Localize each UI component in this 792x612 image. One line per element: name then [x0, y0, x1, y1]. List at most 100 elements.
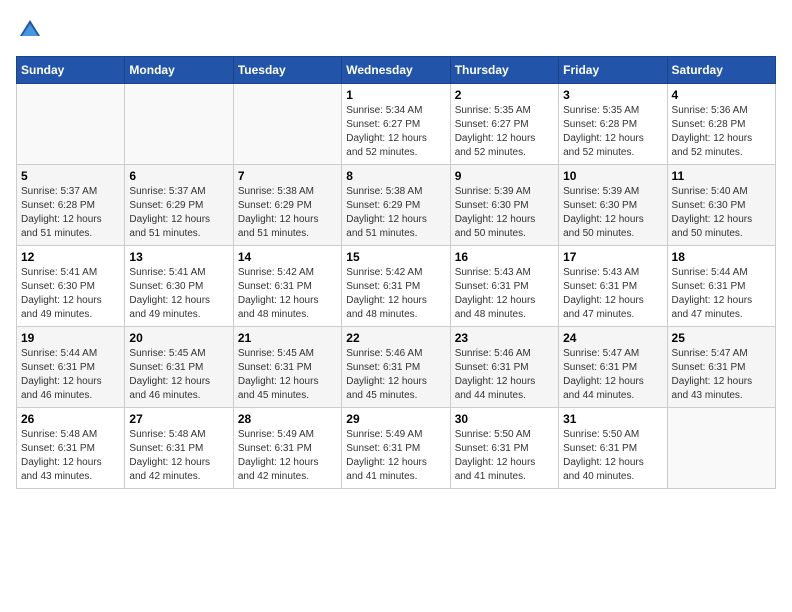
week-row-4: 19Sunrise: 5:44 AMSunset: 6:31 PMDayligh…	[17, 327, 776, 408]
day-info: Sunrise: 5:35 AMSunset: 6:28 PMDaylight:…	[563, 104, 662, 160]
day-cell: 29Sunrise: 5:49 AMSunset: 6:31 PMDayligh…	[342, 408, 450, 489]
day-info: Sunrise: 5:46 AMSunset: 6:31 PMDaylight:…	[455, 347, 554, 403]
day-info: Sunrise: 5:36 AMSunset: 6:28 PMDaylight:…	[672, 104, 771, 160]
day-info: Sunrise: 5:49 AMSunset: 6:31 PMDaylight:…	[346, 428, 445, 484]
day-cell: 5 Sunrise: 5:37 AMSunset: 6:28 PMDaylight…	[17, 165, 125, 246]
day-number: 11	[672, 169, 771, 183]
calendar-header-row: SundayMondayTuesdayWednesdayThursdayFrid…	[17, 57, 776, 84]
day-cell: 7 Sunrise: 5:38 AMSunset: 6:29 PMDaylight…	[233, 165, 341, 246]
day-info: Sunrise: 5:50 AMSunset: 6:31 PMDaylight:…	[563, 428, 662, 484]
day-cell: 8Sunrise: 5:38 AMSunset: 6:29 PMDaylight…	[342, 165, 450, 246]
col-header-saturday: Saturday	[667, 57, 775, 84]
day-cell: 16 Sunrise: 5:43 AMSunset: 6:31 PMDayligh…	[450, 246, 558, 327]
day-number: 26	[21, 412, 120, 426]
day-cell: 25Sunrise: 5:47 AMSunset: 6:31 PMDayligh…	[667, 327, 775, 408]
week-row-2: 5 Sunrise: 5:37 AMSunset: 6:28 PMDaylight…	[17, 165, 776, 246]
col-header-tuesday: Tuesday	[233, 57, 341, 84]
day-cell	[17, 84, 125, 165]
day-number: 13	[129, 250, 228, 264]
day-info: Sunrise: 5:41 AMSunset: 6:30 PMDaylight:…	[21, 266, 120, 322]
day-number: 2	[455, 88, 554, 102]
day-number: 16	[455, 250, 554, 264]
day-number: 6	[129, 169, 228, 183]
day-info: Sunrise: 5:45 AMSunset: 6:31 PMDaylight:…	[129, 347, 228, 403]
day-cell	[125, 84, 233, 165]
day-info: Sunrise: 5:38 AMSunset: 6:29 PMDaylight:…	[238, 185, 337, 241]
day-number: 7	[238, 169, 337, 183]
day-info: Sunrise: 5:37 AMSunset: 6:29 PMDaylight:…	[129, 185, 228, 241]
day-info: Sunrise: 5:48 AMSunset: 6:31 PMDaylight:…	[21, 428, 120, 484]
day-number: 1	[346, 88, 445, 102]
day-cell: 20 Sunrise: 5:45 AMSunset: 6:31 PMDayligh…	[125, 327, 233, 408]
day-number: 17	[563, 250, 662, 264]
day-number: 18	[672, 250, 771, 264]
day-number: 3	[563, 88, 662, 102]
day-cell: 28 Sunrise: 5:49 AMSunset: 6:31 PMDayligh…	[233, 408, 341, 489]
day-cell: 4 Sunrise: 5:36 AMSunset: 6:28 PMDaylight…	[667, 84, 775, 165]
col-header-wednesday: Wednesday	[342, 57, 450, 84]
day-cell: 6 Sunrise: 5:37 AMSunset: 6:29 PMDaylight…	[125, 165, 233, 246]
day-info: Sunrise: 5:44 AMSunset: 6:31 PMDaylight:…	[672, 266, 771, 322]
col-header-friday: Friday	[559, 57, 667, 84]
day-number: 28	[238, 412, 337, 426]
day-info: Sunrise: 5:47 AMSunset: 6:31 PMDaylight:…	[563, 347, 662, 403]
day-info: Sunrise: 5:39 AMSunset: 6:30 PMDaylight:…	[455, 185, 554, 241]
day-cell: 2Sunrise: 5:35 AMSunset: 6:27 PMDaylight…	[450, 84, 558, 165]
logo	[16, 16, 48, 44]
week-row-5: 26 Sunrise: 5:48 AMSunset: 6:31 PMDayligh…	[17, 408, 776, 489]
day-info: Sunrise: 5:34 AMSunset: 6:27 PMDaylight:…	[346, 104, 445, 160]
day-number: 25	[672, 331, 771, 345]
day-number: 5	[21, 169, 120, 183]
day-number: 22	[346, 331, 445, 345]
day-info: Sunrise: 5:41 AMSunset: 6:30 PMDaylight:…	[129, 266, 228, 322]
day-cell: 14 Sunrise: 5:42 AMSunset: 6:31 PMDayligh…	[233, 246, 341, 327]
day-cell: 27 Sunrise: 5:48 AMSunset: 6:31 PMDayligh…	[125, 408, 233, 489]
day-cell: 26 Sunrise: 5:48 AMSunset: 6:31 PMDayligh…	[17, 408, 125, 489]
day-number: 23	[455, 331, 554, 345]
day-cell: 23 Sunrise: 5:46 AMSunset: 6:31 PMDayligh…	[450, 327, 558, 408]
day-info: Sunrise: 5:37 AMSunset: 6:28 PMDaylight:…	[21, 185, 120, 241]
day-number: 24	[563, 331, 662, 345]
day-info: Sunrise: 5:50 AMSunset: 6:31 PMDaylight:…	[455, 428, 554, 484]
day-info: Sunrise: 5:44 AMSunset: 6:31 PMDaylight:…	[21, 347, 120, 403]
day-cell: 3 Sunrise: 5:35 AMSunset: 6:28 PMDaylight…	[559, 84, 667, 165]
day-cell: 11 Sunrise: 5:40 AMSunset: 6:30 PMDayligh…	[667, 165, 775, 246]
day-cell: 10 Sunrise: 5:39 AMSunset: 6:30 PMDayligh…	[559, 165, 667, 246]
col-header-monday: Monday	[125, 57, 233, 84]
day-number: 21	[238, 331, 337, 345]
day-info: Sunrise: 5:40 AMSunset: 6:30 PMDaylight:…	[672, 185, 771, 241]
day-number: 27	[129, 412, 228, 426]
day-cell: 1 Sunrise: 5:34 AMSunset: 6:27 PMDaylight…	[342, 84, 450, 165]
day-number: 4	[672, 88, 771, 102]
day-cell: 15 Sunrise: 5:42 AMSunset: 6:31 PMDayligh…	[342, 246, 450, 327]
day-cell: 12 Sunrise: 5:41 AMSunset: 6:30 PMDayligh…	[17, 246, 125, 327]
day-info: Sunrise: 5:43 AMSunset: 6:31 PMDaylight:…	[563, 266, 662, 322]
col-header-thursday: Thursday	[450, 57, 558, 84]
day-info: Sunrise: 5:45 AMSunset: 6:31 PMDaylight:…	[238, 347, 337, 403]
day-cell	[233, 84, 341, 165]
day-number: 20	[129, 331, 228, 345]
day-cell: 31 Sunrise: 5:50 AMSunset: 6:31 PMDayligh…	[559, 408, 667, 489]
day-number: 14	[238, 250, 337, 264]
week-row-3: 12 Sunrise: 5:41 AMSunset: 6:30 PMDayligh…	[17, 246, 776, 327]
page-header	[16, 16, 776, 44]
day-info: Sunrise: 5:42 AMSunset: 6:31 PMDaylight:…	[346, 266, 445, 322]
day-info: Sunrise: 5:39 AMSunset: 6:30 PMDaylight:…	[563, 185, 662, 241]
day-cell: 13 Sunrise: 5:41 AMSunset: 6:30 PMDayligh…	[125, 246, 233, 327]
day-number: 31	[563, 412, 662, 426]
day-number: 15	[346, 250, 445, 264]
day-number: 12	[21, 250, 120, 264]
day-cell: 19Sunrise: 5:44 AMSunset: 6:31 PMDayligh…	[17, 327, 125, 408]
day-number: 10	[563, 169, 662, 183]
day-cell: 24 Sunrise: 5:47 AMSunset: 6:31 PMDayligh…	[559, 327, 667, 408]
day-number: 8	[346, 169, 445, 183]
day-cell: 22Sunrise: 5:46 AMSunset: 6:31 PMDayligh…	[342, 327, 450, 408]
day-info: Sunrise: 5:48 AMSunset: 6:31 PMDaylight:…	[129, 428, 228, 484]
calendar-table: SundayMondayTuesdayWednesdayThursdayFrid…	[16, 56, 776, 489]
calendar-body: 1 Sunrise: 5:34 AMSunset: 6:27 PMDaylight…	[17, 84, 776, 489]
day-cell: 18 Sunrise: 5:44 AMSunset: 6:31 PMDayligh…	[667, 246, 775, 327]
day-info: Sunrise: 5:42 AMSunset: 6:31 PMDaylight:…	[238, 266, 337, 322]
day-info: Sunrise: 5:49 AMSunset: 6:31 PMDaylight:…	[238, 428, 337, 484]
day-number: 9	[455, 169, 554, 183]
day-info: Sunrise: 5:43 AMSunset: 6:31 PMDaylight:…	[455, 266, 554, 322]
